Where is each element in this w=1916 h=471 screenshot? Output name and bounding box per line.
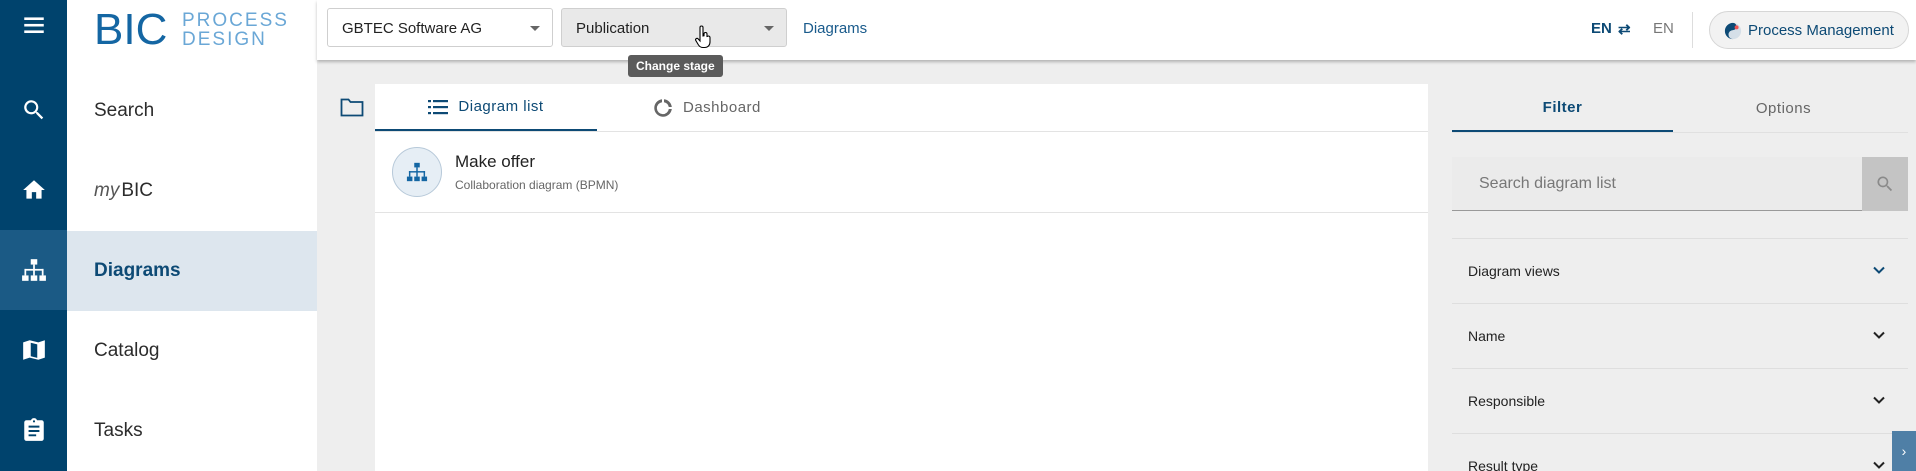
tab-label: Dashboard (683, 99, 761, 116)
navigation-panel: BIC PROCESS DESIGN Search my BIC Diagrams… (67, 0, 317, 471)
breadcrumb[interactable]: Diagrams (803, 20, 867, 37)
rail-tasks-button[interactable] (0, 390, 67, 470)
search-input[interactable] (1452, 157, 1862, 210)
accordion-label: Name (1468, 328, 1506, 344)
search-field (1452, 157, 1862, 211)
nav-item-label: Catalog (94, 340, 160, 361)
tab-options[interactable]: Options (1673, 84, 1894, 132)
process-management-button[interactable]: Process Management (1709, 11, 1909, 49)
tab-dashboard[interactable]: Dashboard (653, 84, 761, 131)
tab-label: Options (1755, 99, 1812, 117)
nav-item-mybic[interactable]: my BIC (67, 151, 317, 231)
stage-tooltip: Change stage (628, 55, 723, 77)
nav-item-label: Search (94, 100, 155, 121)
nav-item-prefix: my (94, 180, 120, 201)
accordion-label: Result type (1468, 458, 1539, 471)
stage-value: Publication (576, 20, 650, 37)
tab-diagram-list[interactable]: Diagram list (375, 84, 597, 131)
diagram-avatar (392, 147, 442, 197)
rail-diagrams-button[interactable] (0, 230, 67, 310)
caret-down-icon (764, 26, 774, 31)
top-bar: GBTEC Software AG Publication Diagrams E… (317, 0, 1916, 60)
chevron-down-icon (1873, 266, 1885, 274)
accordion-result-type[interactable]: Result type (1452, 433, 1908, 471)
divider (1692, 12, 1693, 48)
company-value: GBTEC Software AG (342, 20, 483, 37)
icon-rail (0, 0, 67, 471)
nav-item-label: Diagrams (94, 260, 181, 281)
nav-item-label: BIC (121, 180, 154, 201)
rail-catalog-button[interactable] (0, 310, 67, 390)
search-icon (1877, 176, 1893, 192)
svg-text:BIC: BIC (94, 6, 167, 52)
divider (1452, 132, 1908, 133)
clipboard-icon (23, 418, 44, 441)
sitemap-icon (406, 162, 428, 182)
menu-icon (23, 17, 44, 34)
folder-icon[interactable] (340, 97, 364, 117)
home-icon (22, 180, 45, 199)
donut-chart-icon (654, 98, 672, 117)
module-label: Process Management (1748, 21, 1894, 39)
tab-label: Diagram list (458, 98, 544, 115)
language-to[interactable]: EN (1653, 20, 1674, 37)
accordion-name[interactable]: Name (1452, 303, 1908, 367)
diagram-list-card: Diagram list Dashboard Make offer Collab… (375, 84, 1428, 471)
chevron-right-icon: › (1901, 443, 1907, 459)
diagram-title: Make offer (455, 152, 536, 171)
caret-down-icon (530, 26, 540, 31)
list-icon (428, 99, 449, 114)
accordion-responsible[interactable]: Responsible (1452, 368, 1908, 432)
sitemap-icon (21, 259, 46, 281)
diagram-type: Collaboration diagram (BPMN) (455, 178, 619, 192)
tab-filter[interactable]: Filter (1452, 84, 1673, 132)
company-select[interactable]: GBTEC Software AG (327, 8, 553, 47)
nav-item-search[interactable]: Search (67, 71, 317, 151)
chevron-down-icon (1873, 331, 1885, 339)
language-from[interactable]: EN (1591, 20, 1612, 37)
rail-search-button[interactable] (0, 70, 67, 150)
swap-icon[interactable]: ⇄ (1618, 20, 1631, 38)
chevron-down-icon (1873, 461, 1885, 469)
chevron-down-icon (1873, 396, 1885, 404)
accordion-label: Diagram views (1468, 263, 1560, 279)
list-item[interactable]: Make offer Collaboration diagram (BPMN) (375, 132, 1428, 213)
accordion-label: Responsible (1468, 393, 1546, 409)
nav-item-catalog[interactable]: Catalog (67, 311, 317, 391)
rail-home-button[interactable] (0, 150, 67, 230)
menu-button[interactable] (0, 0, 67, 65)
tab-label: Filter (1542, 98, 1583, 116)
bic-process-design-logo: BIC PROCESS DESIGN (94, 6, 289, 52)
book-icon (22, 340, 45, 360)
nav-item-label: Tasks (94, 420, 143, 441)
module-icon (1724, 22, 1742, 40)
svg-text:PROCESS: PROCESS (182, 10, 289, 31)
stage-select[interactable]: Publication (561, 8, 787, 47)
hand-cursor-icon (695, 25, 711, 49)
search-icon (23, 100, 43, 120)
panel-expand-button[interactable]: › (1892, 431, 1916, 471)
search-button[interactable] (1862, 157, 1908, 211)
nav-item-tasks[interactable]: Tasks (67, 391, 317, 471)
svg-text:DESIGN: DESIGN (182, 29, 267, 50)
nav-item-diagrams[interactable]: Diagrams (67, 231, 317, 311)
accordion-diagram-views[interactable]: Diagram views (1452, 238, 1908, 302)
